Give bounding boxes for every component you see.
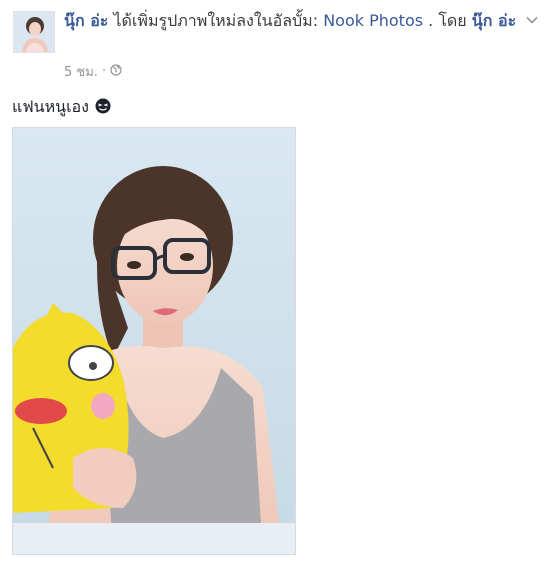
post-photo[interactable] xyxy=(12,127,296,555)
avatar-image xyxy=(14,12,54,52)
by-text: . โดย xyxy=(423,11,472,30)
feed-post: นุ๊ก อ่ะ ได้เพิ่มรูปภาพใหม่ลงในอัลบั้ม: … xyxy=(0,0,550,567)
squinting-face-icon xyxy=(95,98,111,118)
timestamp-link[interactable]: 5 ชม. xyxy=(64,61,98,82)
author-avatar[interactable] xyxy=(13,11,55,53)
album-link[interactable]: Nook Photos xyxy=(323,11,423,30)
action-text: ได้เพิ่มรูปภาพใหม่ลงในอัลบั้ม: xyxy=(108,11,324,30)
post-header: นุ๊ก อ่ะ ได้เพิ่มรูปภาพใหม่ลงในอัลบั้ม: … xyxy=(64,10,519,31)
globe-icon[interactable] xyxy=(110,63,122,80)
author-name-link[interactable]: นุ๊ก อ่ะ xyxy=(64,11,108,30)
meta-separator: · xyxy=(101,64,107,79)
by-author-link[interactable]: นุ๊ก อ่ะ xyxy=(472,11,516,30)
post-caption: แฟนหนูเอง xyxy=(12,95,111,120)
caption-text: แฟนหนูเอง xyxy=(12,97,89,116)
chevron-down-icon[interactable] xyxy=(525,12,539,26)
photo-image xyxy=(13,128,295,554)
post-meta: 5 ชม. · xyxy=(64,61,122,82)
